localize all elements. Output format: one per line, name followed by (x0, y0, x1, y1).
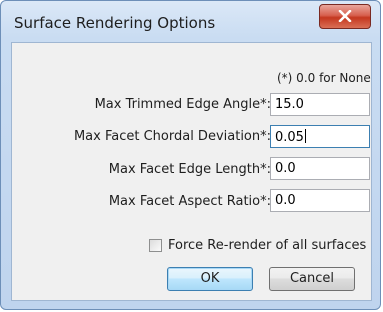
trimmed-edge-angle-value: 15.0 (275, 97, 304, 112)
trimmed-edge-angle-input[interactable]: 15.0 (270, 93, 370, 116)
ok-button[interactable]: OK (167, 267, 253, 291)
chordal-deviation-input[interactable]: 0.05 (270, 125, 370, 148)
close-icon (338, 7, 352, 26)
dialog-body: (*) 0.0 for None Max Trimmed Edge Angle*… (11, 42, 372, 301)
text-caret (304, 129, 306, 143)
facet-aspect-ratio-input[interactable]: 0.0 (270, 189, 370, 212)
cancel-button[interactable]: Cancel (269, 267, 355, 291)
facet-edge-length-value: 0.0 (275, 161, 296, 176)
facet-edge-length-label: Max Facet Edge Length*: (108, 162, 271, 177)
force-rerender-checkbox[interactable] (149, 238, 162, 252)
close-button[interactable] (319, 4, 371, 29)
dialog-window: Surface Rendering Options (*) 0.0 for No… (0, 0, 381, 310)
title-bar: Surface Rendering Options (1, 1, 380, 45)
none-hint: (*) 0.0 for None (277, 71, 371, 85)
facet-edge-length-input[interactable]: 0.0 (270, 157, 370, 180)
facet-aspect-ratio-label: Max Facet Aspect Ratio*: (108, 194, 271, 209)
facet-aspect-ratio-value: 0.0 (275, 193, 296, 208)
chordal-deviation-label: Max Facet Chordal Deviation*: (73, 129, 271, 144)
chordal-deviation-value: 0.05 (275, 130, 304, 145)
force-rerender-option[interactable]: Force Re-render of all surfaces (149, 237, 366, 253)
window-title: Surface Rendering Options (14, 14, 216, 32)
force-rerender-label: Force Re-render of all surfaces (168, 237, 367, 253)
trimmed-edge-angle-label: Max Trimmed Edge Angle*: (94, 97, 271, 112)
